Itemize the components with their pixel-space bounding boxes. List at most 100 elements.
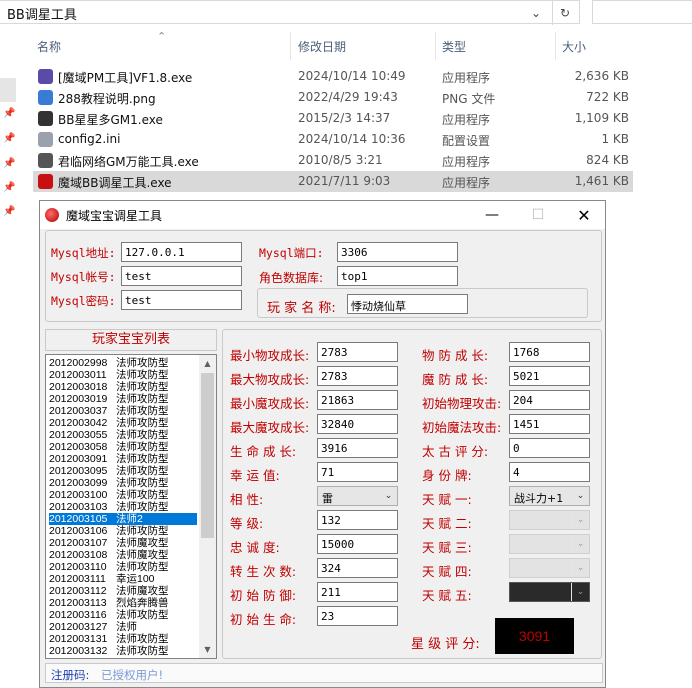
mysql-port-field[interactable]: 3306 [337,242,458,262]
mysql-port-label: Mysql端口: [259,246,324,260]
pet-list-item[interactable]: 2012003112 法师魔攻型 [49,585,169,597]
stat-field[interactable]: 23 [317,606,398,626]
pet-list-item[interactable]: 2012003055 法师攻防型 [49,429,169,441]
pet-list-item[interactable]: 2012003058 法师攻防型 [49,441,169,453]
player-name-field[interactable]: 悸动烧仙草 [347,294,468,314]
column-separator[interactable] [435,32,436,60]
column-separator[interactable] [290,32,291,60]
pet-list-item[interactable]: 2012002998 法师攻防型 [49,357,169,369]
pet-list-item[interactable]: 2012003042 法师攻防型 [49,417,169,429]
stat-field[interactable]: 32840 [317,414,398,434]
stat-field[interactable]: 15000 [317,534,398,554]
pet-list-item[interactable]: 2012003037 法师攻防型 [49,405,169,417]
chevron-down-icon[interactable]: ⌄ [379,487,397,505]
stat-dropdown[interactable]: ⌄ [509,558,590,578]
pet-list-item[interactable]: 2012003110 法师攻防型 [49,561,169,573]
title-bar[interactable]: 魔域宝宝调星工具 — ☐ ✕ [40,201,605,229]
minimize-button[interactable]: — [469,201,515,229]
pet-list-item[interactable]: 2012003111 幸运100 [49,573,155,585]
mysql-addr-field[interactable]: 127.0.0.1 [121,242,242,262]
nav-selected-item[interactable] [0,78,16,102]
stat-field[interactable]: 21863 [317,390,398,410]
stat-dropdown[interactable]: 战斗力+1 ⌄ [509,486,590,506]
stat-field[interactable]: 71 [317,462,398,482]
refresh-icon[interactable]: ↻ [552,1,577,25]
stat-field[interactable]: 3916 [317,438,398,458]
pet-list-item[interactable]: 2012003100 法师攻防型 [49,489,169,501]
chevron-down-icon[interactable]: ⌄ [571,511,589,529]
pet-list-item[interactable]: 2012003131 法师攻防型 [49,633,169,645]
pet-id: 2012003091 [49,453,108,465]
pet-list-item[interactable]: 2012003105 法师2 [49,513,197,525]
column-size[interactable]: 大小 [562,32,586,60]
stat-field[interactable]: 324 [317,558,398,578]
mysql-pass-field[interactable]: test [121,290,242,310]
stat-field[interactable]: 4 [509,462,590,482]
close-button[interactable]: ✕ [561,201,607,229]
file-row[interactable]: BB星星多GM1.exe 2015/2/3 14:37 应用程序 1,109 KB [33,108,633,129]
file-row[interactable]: 君临网络GM万能工具.exe 2010/8/5 3:21 应用程序 824 KB [33,150,633,171]
stat-field[interactable]: 211 [317,582,398,602]
column-type[interactable]: 类型 [442,32,466,60]
stat-label: 天 赋 五: [422,588,472,603]
pet-type: 法师攻防型 [116,453,169,465]
pet-list-item[interactable]: 2012003107 法师魔攻型 [49,537,169,549]
pet-list-item[interactable]: 2012003095 法师攻防型 [49,465,169,477]
chevron-down-icon[interactable]: ⌄ [571,559,589,577]
pet-list-item[interactable]: 2012003099 法师攻防型 [49,477,169,489]
scroll-down-icon[interactable]: ▼ [199,641,216,658]
stat-label: 初 始 生 命: [230,612,297,627]
stat-field[interactable]: 1768 [509,342,590,362]
pet-list-item[interactable]: 2012003091 法师攻防型 [49,453,169,465]
column-date[interactable]: 修改日期 [298,32,346,60]
column-separator[interactable] [555,32,556,60]
pet-list-item[interactable]: 2012003019 法师攻防型 [49,393,169,405]
stat-dropdown[interactable]: ⌄ [509,534,590,554]
stat-field[interactable]: 132 [317,510,398,530]
pet-id: 2012003111 [49,573,106,585]
chevron-down-icon[interactable]: ⌄ [571,583,589,601]
pet-list-item[interactable]: 2012003116 法师攻防型 [49,609,169,621]
stat-dropdown[interactable]: 雷 ⌄ [317,486,398,506]
file-row[interactable]: [魔域PM工具]VF1.8.exe 2024/10/14 10:49 应用程序 2,6… [33,66,633,87]
pet-id: 2012003103 [49,501,108,513]
file-date: 2022/4/29 19:43 [298,90,398,104]
maximize-button[interactable]: ☐ [515,201,561,229]
reg-code-value: 已授权用户! [101,668,164,682]
stat-field[interactable]: 2783 [317,342,398,362]
stat-dropdown[interactable]: ⌄ [509,582,590,602]
pet-list-item[interactable]: 2012003011 法师攻防型 [49,369,169,381]
mysql-user-field[interactable]: test [121,266,242,286]
chevron-down-icon[interactable]: ⌄ [571,487,589,505]
stat-field[interactable]: 204 [509,390,590,410]
file-row[interactable]: 288教程说明.png 2022/4/29 19:43 PNG 文件 722 KB [33,87,633,108]
file-row[interactable]: config2.ini 2024/10/14 10:36 配置设置 1 KB [33,129,633,150]
file-size: 1,109 KB [574,111,629,125]
pet-list-item[interactable]: 2012003108 法师魔攻型 [49,549,169,561]
address-bar[interactable]: BB调星工具 ⌄ ↻ [0,0,580,25]
stat-field[interactable]: 2783 [317,366,398,386]
file-row[interactable]: 魔域BB调星工具.exe 2021/7/11 9:03 应用程序 1,461 KB [33,171,633,192]
pet-list-item[interactable]: 2012003113 烈焰奔腾兽 [49,597,169,609]
pet-list-item[interactable]: 2012003106 法师攻防型 [49,525,169,537]
scroll-up-icon[interactable]: ▲ [199,355,216,372]
pet-list-item[interactable]: 2012003103 法师攻防型 [49,501,169,513]
stat-field[interactable]: 1451 [509,414,590,434]
search-box[interactable] [592,0,692,24]
chevron-down-icon[interactable]: ⌄ [571,535,589,553]
scroll-thumb[interactable] [201,373,214,538]
pet-id: 2012003018 [49,381,108,393]
pet-listbox[interactable]: 2012002998 法师攻防型 2012003011 法师攻防型 2012003018… [45,354,217,659]
list-scrollbar[interactable]: ▲ ▼ [199,355,216,658]
stat-field[interactable]: 5021 [509,366,590,386]
pin-icon: 📌 [3,133,16,144]
stat-dropdown[interactable]: ⌄ [509,510,590,530]
role-db-field[interactable]: top1 [337,266,458,286]
pet-list-item[interactable]: 2012003132 法师攻防型 [49,645,169,657]
chevron-down-icon[interactable]: ⌄ [524,1,548,25]
pet-list-item[interactable]: 2012003018 法师攻防型 [49,381,169,393]
column-name[interactable]: 名称 [37,32,61,60]
stat-field[interactable]: 0 [509,438,590,458]
pet-list-item[interactable]: 2012003127 法师 [49,621,137,633]
file-name: 君临网络GM万能工具.exe [58,155,199,169]
